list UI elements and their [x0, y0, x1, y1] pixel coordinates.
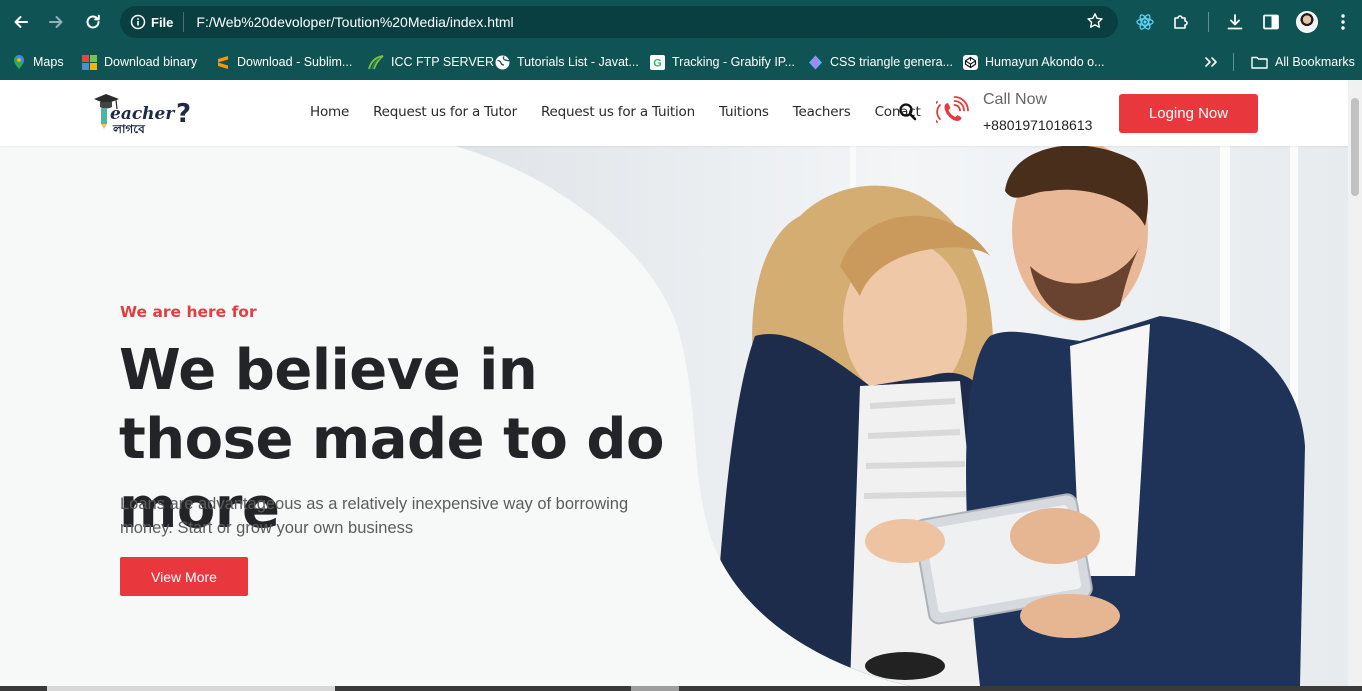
gem-icon: [809, 55, 822, 69]
hscroll-thumb[interactable]: [47, 686, 335, 691]
bookmark-humayun[interactable]: Humayun Akondo o...: [963, 52, 1105, 72]
react-devtools-icon[interactable]: [1133, 10, 1157, 34]
teacher-logo-image: eacher ? লাগবে: [94, 94, 191, 136]
folder-icon: [1251, 56, 1268, 69]
toolbar-divider: [1208, 12, 1209, 32]
arrow-left-icon: [14, 16, 28, 28]
all-bookmarks-button[interactable]: All Bookmarks: [1251, 52, 1355, 72]
site-header: eacher ? লাগবে Home Request us for a Tut…: [0, 80, 1348, 146]
bookmarks-divider: [1233, 53, 1234, 71]
g-icon: G: [650, 54, 665, 70]
hscroll-marker: [631, 686, 679, 691]
call-number[interactable]: +8801971018613: [983, 117, 1092, 133]
bookmark-label: Humayun Akondo o...: [985, 55, 1105, 69]
bookmark-sublime[interactable]: Download - Sublim...: [216, 52, 352, 72]
back-button[interactable]: [7, 8, 35, 36]
view-more-button[interactable]: View More: [120, 557, 248, 596]
vertical-scrollbar[interactable]: [1348, 80, 1362, 686]
address-bar[interactable]: File F:/Web%20devoloper/Toution%20Media/…: [120, 6, 1118, 38]
horizontal-scrollbar[interactable]: [0, 686, 1362, 691]
bookmarks-bar: Maps Download binary Download - Sublim..…: [0, 44, 1362, 80]
site-logo[interactable]: eacher ? লাগবে: [92, 92, 196, 136]
site-info-chip[interactable]: File: [130, 12, 185, 32]
svg-text:লাগবে: লাগবে: [112, 122, 146, 136]
url-text[interactable]: F:/Web%20devoloper/Toution%20Media/index…: [196, 14, 513, 30]
bookmark-label: Tracking - Grabify IP...: [672, 55, 795, 69]
bookmark-tutorials[interactable]: Tutorials List - Javat...: [495, 52, 639, 72]
more-bookmarks-chevron-icon[interactable]: [1204, 52, 1218, 72]
bookmark-download-binary[interactable]: Download binary: [82, 52, 197, 72]
bookmark-icc-ftp[interactable]: ICC FTP SERVER: [368, 52, 494, 72]
extensions-puzzle-icon[interactable]: [1169, 10, 1193, 34]
forward-button[interactable]: [42, 8, 70, 36]
reload-icon: [86, 14, 100, 29]
hero-eyebrow: We are here for: [120, 303, 257, 321]
leaf-icon: [368, 54, 384, 69]
phone-ringing-icon: [931, 95, 970, 129]
browser-toolbar: File F:/Web%20devoloper/Toution%20Media/…: [0, 0, 1362, 44]
menu-teachers[interactable]: Teachers: [793, 104, 851, 120]
bookmark-css-triangle[interactable]: CSS triangle genera...: [808, 52, 953, 72]
svg-text:eacher: eacher: [110, 104, 175, 124]
menu-request-tutor[interactable]: Request us for a Tutor: [373, 104, 517, 120]
bookmark-label: Tutorials List - Javat...: [517, 55, 639, 69]
svg-text:G: G: [653, 57, 662, 69]
menu-request-tuition[interactable]: Request us for a Tuition: [541, 104, 695, 120]
profile-avatar[interactable]: [1296, 11, 1318, 33]
codepen-icon: [963, 54, 978, 70]
bookmark-grabify[interactable]: G Tracking - Grabify IP...: [650, 52, 795, 72]
svg-text:?: ?: [176, 99, 191, 129]
bookmark-label: CSS triangle genera...: [830, 55, 953, 69]
side-panel-icon[interactable]: [1259, 10, 1283, 34]
hero-section: We are here for We believe in those made…: [0, 146, 1348, 686]
all-bookmarks-label: All Bookmarks: [1275, 55, 1355, 69]
bookmark-star-icon[interactable]: [1086, 12, 1104, 35]
download-icon[interactable]: [1223, 10, 1247, 34]
info-icon: [130, 14, 146, 30]
call-now-label: Call Now: [983, 91, 1048, 108]
menu-tuitions[interactable]: Tuitions: [719, 104, 769, 120]
scrollbar-thumb[interactable]: [1351, 98, 1359, 196]
bookmark-label: Download - Sublim...: [237, 55, 353, 69]
search-icon[interactable]: [898, 102, 918, 122]
login-button[interactable]: Loging Now: [1119, 94, 1258, 133]
arrow-right-icon: [49, 16, 63, 28]
grid-icon: [82, 54, 97, 70]
bookmark-label: ICC FTP SERVER: [391, 55, 495, 69]
sublime-icon: [218, 55, 228, 69]
maps-icon: [14, 55, 24, 69]
menu-home[interactable]: Home: [310, 104, 349, 120]
hero-subtext: Loans are advantageous as a relatively i…: [120, 495, 629, 537]
reload-button[interactable]: [79, 8, 107, 36]
bookmark-label: Download binary: [104, 55, 198, 69]
bookmark-maps[interactable]: Maps: [12, 52, 64, 72]
main-menu: Home Request us for a Tutor Request us f…: [310, 104, 945, 120]
kebab-menu-icon[interactable]: [1331, 10, 1355, 34]
bookmark-label: Maps: [33, 55, 64, 69]
globe-icon: [495, 55, 510, 69]
info-label: File: [151, 14, 174, 30]
page-viewport: eacher ? লাগবে Home Request us for a Tut…: [0, 80, 1348, 686]
